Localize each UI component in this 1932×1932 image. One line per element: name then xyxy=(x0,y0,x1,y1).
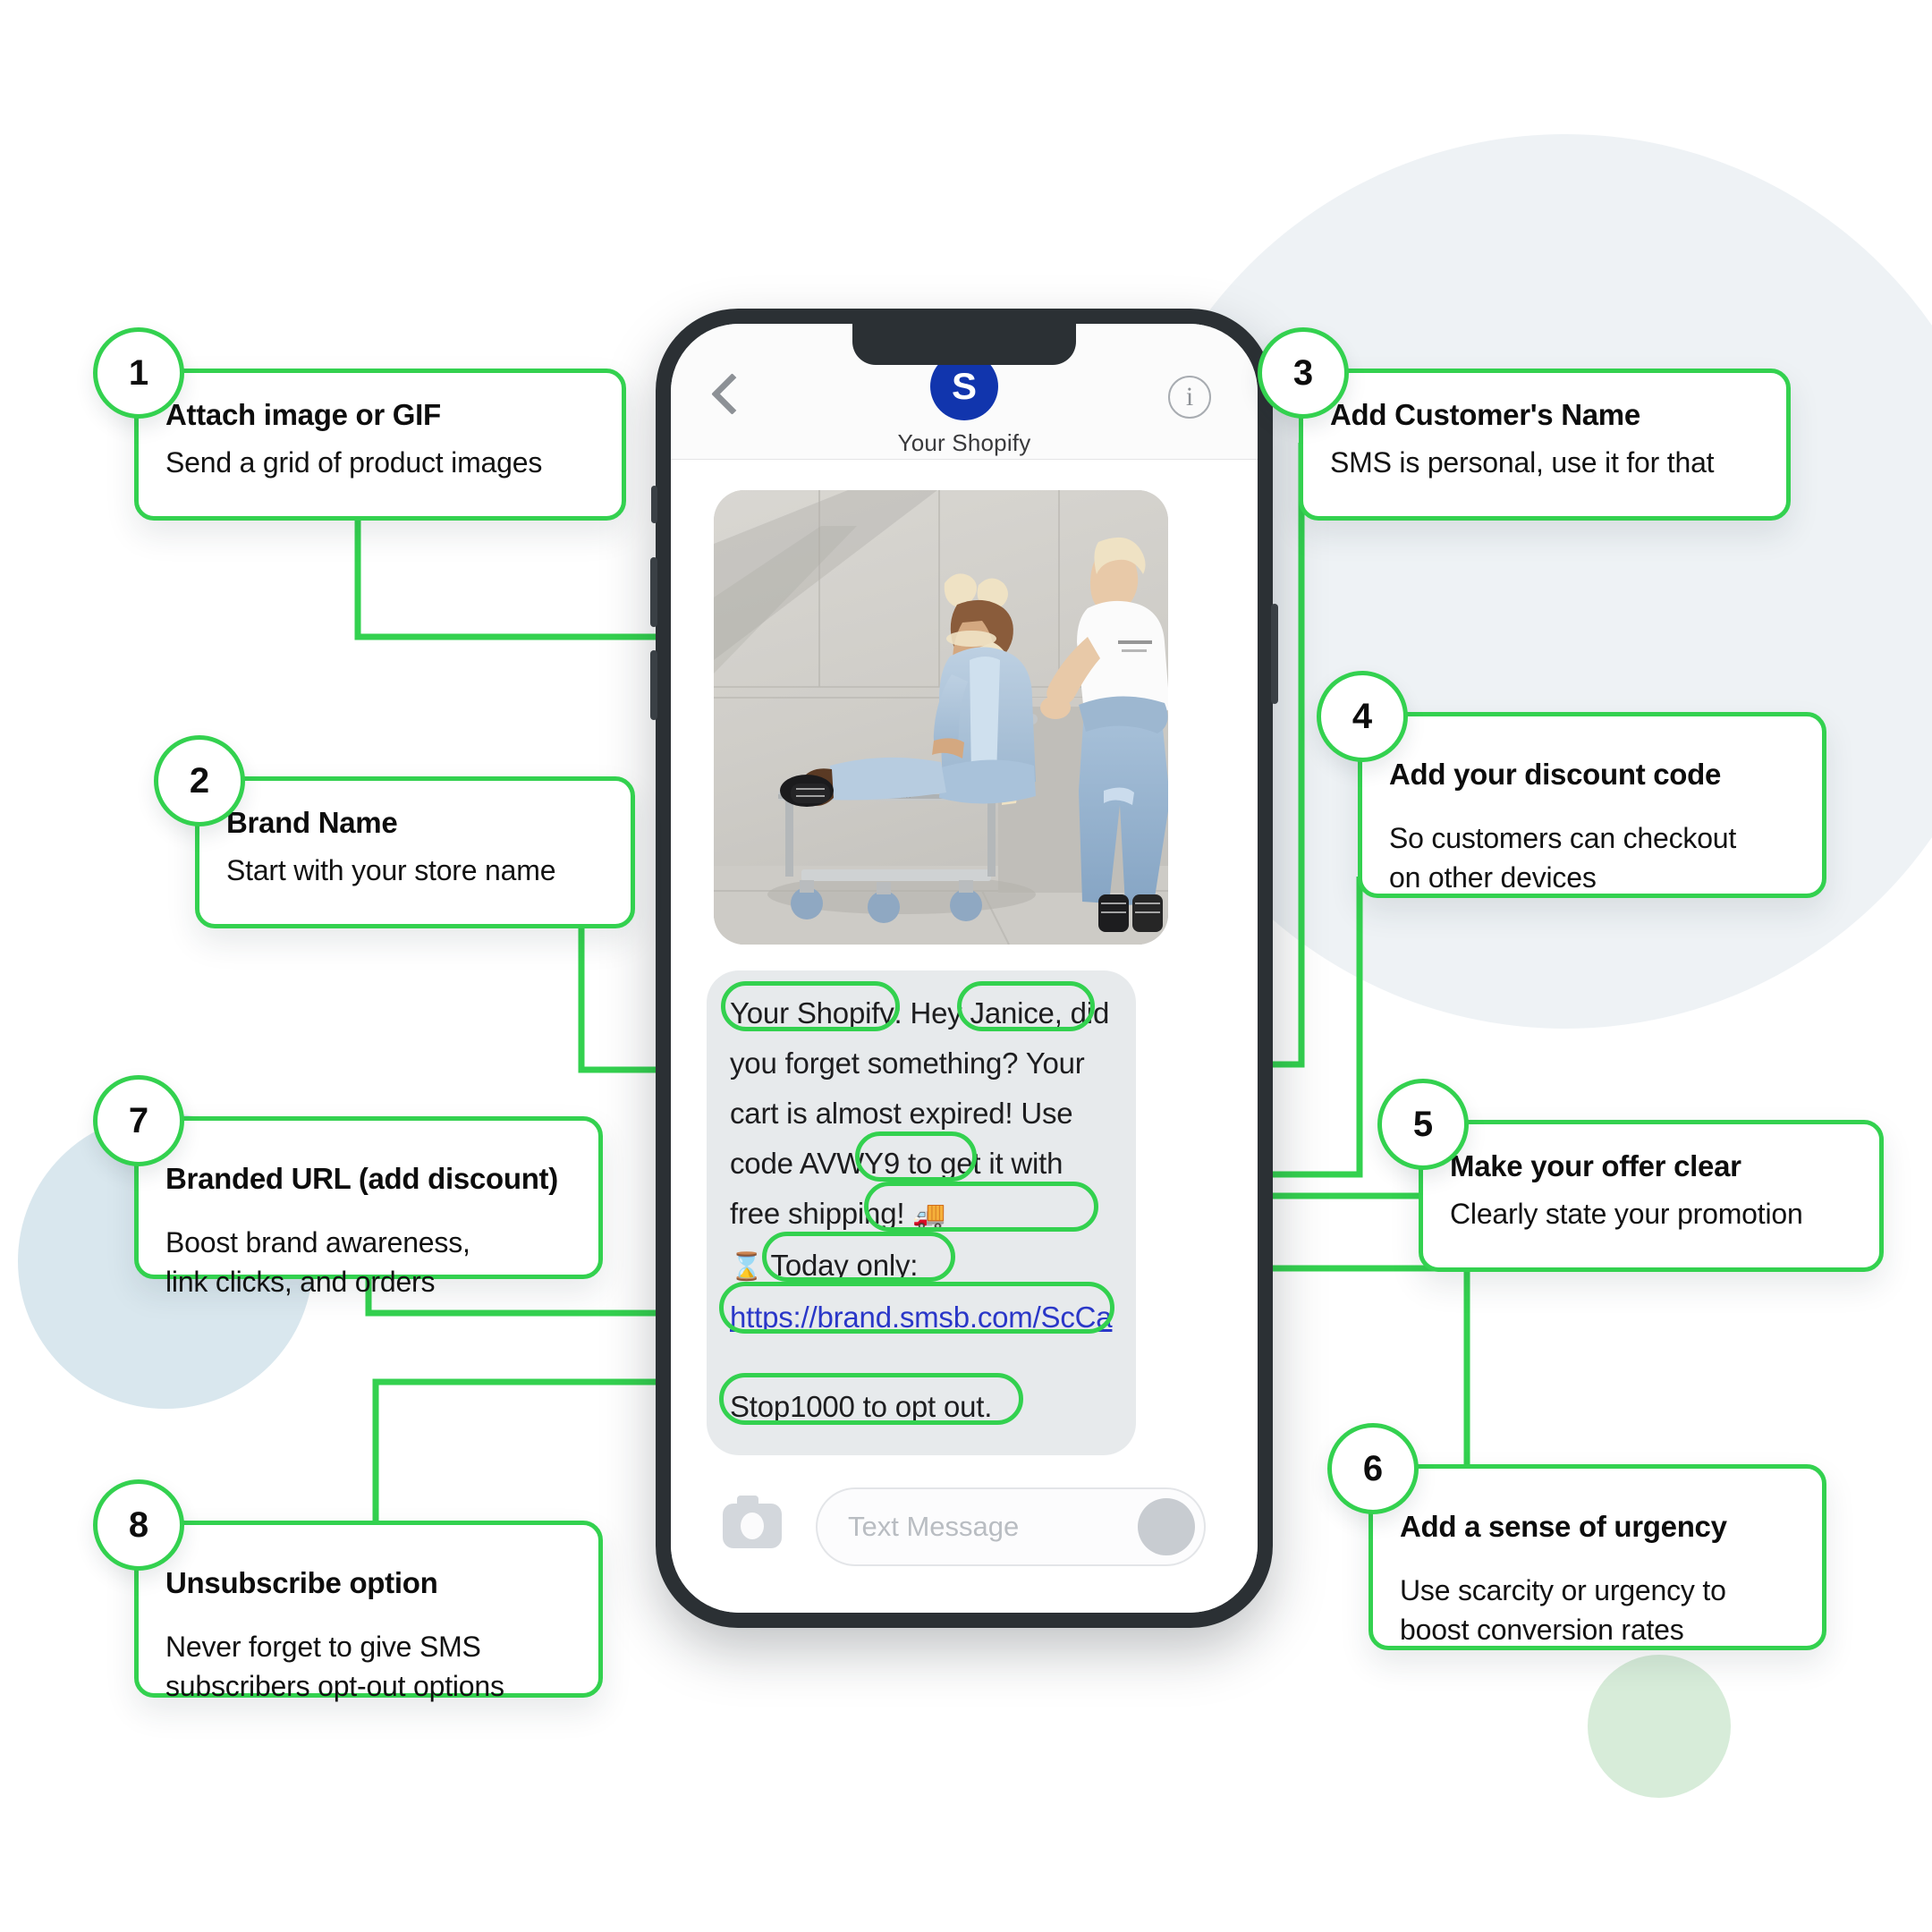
info-icon[interactable]: i xyxy=(1168,376,1211,419)
callout-7-desc: Boost brand awareness, link clicks, and … xyxy=(165,1226,470,1298)
callout-2-title: Brand Name xyxy=(226,806,398,839)
callout-6-number: 6 xyxy=(1327,1423,1419,1514)
callout-6: Add a sense of urgency Use scarcity or u… xyxy=(1368,1464,1826,1650)
chevron-left-icon[interactable] xyxy=(711,373,753,415)
camera-icon[interactable] xyxy=(723,1496,782,1548)
camera-lens-icon xyxy=(741,1513,764,1539)
callout-4-title: Add your discount code xyxy=(1389,758,1722,791)
callout-2-number: 2 xyxy=(154,735,245,826)
callout-1-number: 1 xyxy=(93,327,184,419)
callout-7: Branded URL (add discount) Boost brand a… xyxy=(134,1116,603,1298)
callout-8-desc: Never forget to give SMS subscribers opt… xyxy=(165,1631,504,1702)
phone-mute-switch[interactable] xyxy=(651,486,657,523)
phone-mockup: S Your Shopify i Your Shopify: Hey Janic… xyxy=(650,309,1278,1628)
phone-power-button[interactable] xyxy=(1271,604,1278,704)
product-photo: BOITES VIDES SEULEMENT xyxy=(714,490,1168,945)
callout-8-title: Unsubscribe option xyxy=(165,1566,438,1599)
callout-8-number: 8 xyxy=(93,1479,184,1571)
customer-name-text: Janice, xyxy=(970,996,1063,1030)
message-input-bar: Text Message xyxy=(671,1461,1258,1613)
branded-url-link[interactable]: https://brand.smsb.com/ScCa xyxy=(730,1301,1113,1334)
phone-volume-up[interactable] xyxy=(650,557,657,627)
truck-emoji-icon: 🚚 xyxy=(912,1200,946,1230)
brand-prefix-text: Your Shopify: xyxy=(730,996,902,1030)
text-message-placeholder: Text Message xyxy=(848,1511,1020,1542)
callout-7-title: Branded URL (add discount) xyxy=(165,1162,558,1195)
callout-5-title: Make your offer clear xyxy=(1450,1149,1741,1182)
callout-2: Brand Name Start with your store name xyxy=(195,776,635,928)
callout-4-number: 4 xyxy=(1317,671,1408,762)
urgency-text: Today only: xyxy=(770,1249,919,1282)
callout-4: Add your discount code So customers can … xyxy=(1358,712,1826,898)
background-circle-bottom-right xyxy=(1588,1655,1731,1798)
callout-3: Add Customer's Name SMS is personal, use… xyxy=(1299,369,1791,521)
callout-8: Unsubscribe option Never forget to give … xyxy=(134,1521,603,1702)
callout-7-number: 7 xyxy=(93,1075,184,1166)
callout-2-desc: Start with your store name xyxy=(226,854,556,886)
callout-6-title: Add a sense of urgency xyxy=(1400,1510,1727,1543)
discount-code-text: AVWY9 xyxy=(799,1147,901,1180)
phone-screen: S Your Shopify i Your Shopify: Hey Janic… xyxy=(671,324,1258,1613)
callout-1-desc: Send a grid of product images xyxy=(165,446,543,479)
opt-out-text: Stop1000 to opt out. xyxy=(730,1390,993,1423)
callout-3-number: 3 xyxy=(1258,327,1349,419)
sms-body-text: Your Shopify: Hey Janice, did you forget… xyxy=(730,988,1113,1343)
callout-3-desc: SMS is personal, use it for that xyxy=(1330,446,1715,479)
phone-notch xyxy=(852,324,1076,365)
hourglass-emoji-icon: ⌛ xyxy=(730,1252,764,1282)
text-message-input[interactable]: Text Message xyxy=(816,1487,1206,1566)
contact-name: Your Shopify xyxy=(897,429,1031,456)
callout-6-desc: Use scarcity or urgency to boost convers… xyxy=(1400,1574,1726,1646)
callout-5-number: 5 xyxy=(1377,1079,1469,1170)
callout-3-title: Add Customer's Name xyxy=(1330,398,1640,431)
callout-4-desc: So customers can checkout on other devic… xyxy=(1389,822,1737,894)
infographic-canvas: S Your Shopify i Your Shopify: Hey Janic… xyxy=(0,0,1932,1932)
callout-1: Attach image or GIF Send a grid of produ… xyxy=(134,369,626,521)
discount-tail-text: to xyxy=(907,1147,933,1180)
phone-volume-down[interactable] xyxy=(650,650,657,720)
callout-1-title: Attach image or GIF xyxy=(165,398,441,431)
offer-text: free shipping! xyxy=(730,1197,905,1230)
message-image-attachment[interactable]: BOITES VIDES SEULEMENT xyxy=(714,490,1168,945)
callout-5: Make your offer clear Clearly state your… xyxy=(1419,1120,1884,1272)
greeting-lead-text: Hey xyxy=(910,996,962,1030)
offer-lead-text: get it with xyxy=(940,1147,1063,1180)
send-knob-icon[interactable] xyxy=(1138,1498,1195,1555)
sms-message-bubble[interactable]: Your Shopify: Hey Janice, did you forget… xyxy=(707,970,1136,1455)
callout-5-desc: Clearly state your promotion xyxy=(1450,1198,1803,1230)
